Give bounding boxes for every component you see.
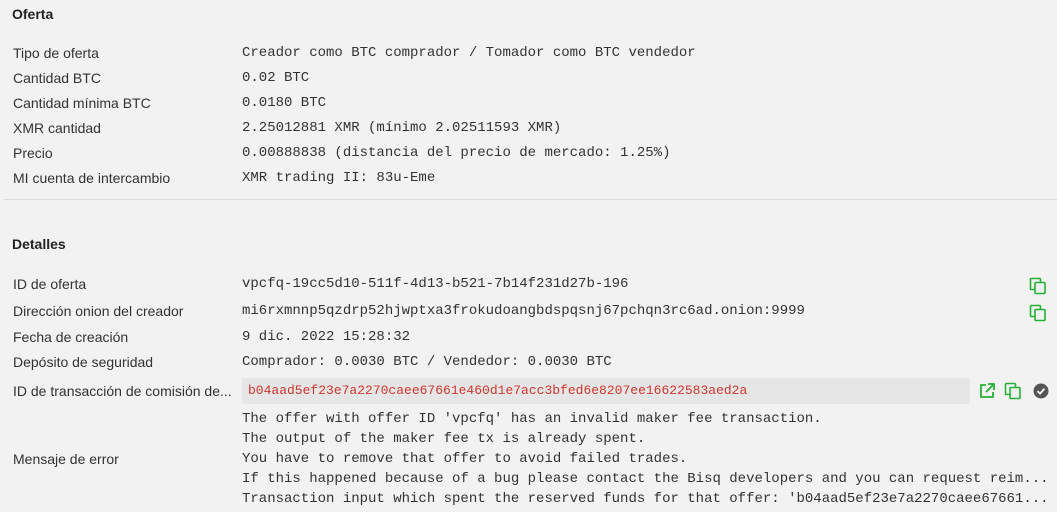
offer-type-label: Tipo de oferta bbox=[13, 45, 99, 61]
security-deposit-row: Depósito de seguridad Comprador: 0.0030 … bbox=[0, 351, 1057, 373]
price-row: Precio 0.00888838 (distancia del precio … bbox=[0, 142, 1057, 164]
min-btc-amount-label: Cantidad mínima BTC bbox=[13, 95, 151, 111]
offer-type-row: Tipo de oferta Creador como BTC comprado… bbox=[0, 42, 1057, 64]
fee-tx-label: ID de transacción de comisión de... bbox=[13, 383, 232, 399]
xmr-amount-label: XMR cantidad bbox=[13, 120, 101, 136]
trading-account-row: MI cuenta de intercambio XMR trading II:… bbox=[0, 167, 1057, 189]
btc-amount-row: Cantidad BTC 0.02 BTC bbox=[0, 67, 1057, 89]
copy-fee-tx-icon[interactable] bbox=[1004, 382, 1022, 400]
offer-id-row: ID de oferta vpcfq-19cc5d10-511f-4d13-b5… bbox=[0, 273, 1057, 295]
min-btc-amount-row: Cantidad mínima BTC 0.0180 BTC bbox=[0, 92, 1057, 114]
external-link-icon[interactable] bbox=[978, 382, 996, 400]
error-line: Transaction input which spent the reserv… bbox=[242, 491, 1049, 507]
creation-date-row: Fecha de creación 9 dic. 2022 15:28:32 bbox=[0, 326, 1057, 348]
section-divider bbox=[4, 199, 1057, 200]
trading-account-label: MI cuenta de intercambio bbox=[13, 170, 171, 186]
btc-amount-label: Cantidad BTC bbox=[13, 70, 101, 86]
offer-id-label: ID de oferta bbox=[13, 276, 87, 292]
error-line: You have to remove that offer to avoid f… bbox=[242, 451, 688, 467]
error-line: If this happened because of a bug please… bbox=[242, 471, 1049, 487]
btc-amount-value: 0.02 BTC bbox=[242, 70, 310, 86]
fee-tx-id-value[interactable]: b04aad5ef23e7a2270caee67661e460d1e7acc3b… bbox=[248, 378, 747, 404]
xmr-amount-row: XMR cantidad 2.25012881 XMR (mínimo 2.02… bbox=[0, 117, 1057, 139]
offer-section-title: Oferta bbox=[12, 6, 54, 22]
check-circle-icon bbox=[1033, 383, 1049, 399]
fee-tx-id-field[interactable]: b04aad5ef23e7a2270caee67661e460d1e7acc3b… bbox=[242, 378, 970, 404]
error-line: The output of the maker fee tx is alread… bbox=[242, 431, 646, 447]
creation-date-label: Fecha de creación bbox=[13, 329, 129, 345]
trading-account-value: XMR trading II: 83u-Eme bbox=[242, 170, 436, 186]
error-line: The offer with offer ID 'vpcfq' has an i… bbox=[242, 411, 822, 427]
xmr-amount-value: 2.25012881 XMR (mínimo 2.02511593 XMR) bbox=[242, 120, 562, 136]
onion-address-row: Dirección onion del creador mi6rxmnnp5qz… bbox=[0, 300, 1057, 322]
copy-onion-address-icon[interactable] bbox=[1029, 304, 1047, 322]
min-btc-amount-value: 0.0180 BTC bbox=[242, 95, 327, 111]
security-deposit-value: Comprador: 0.0030 BTC / Vendedor: 0.0030… bbox=[242, 354, 612, 370]
offer-type-value: Creador como BTC comprador / Tomador com… bbox=[242, 45, 696, 61]
error-message-text: The offer with offer ID 'vpcfq' has an i… bbox=[242, 409, 1052, 509]
price-label: Precio bbox=[13, 145, 53, 161]
error-message-label: Mensaje de error bbox=[13, 451, 119, 467]
security-deposit-label: Depósito de seguridad bbox=[13, 354, 154, 370]
creation-date-value: 9 dic. 2022 15:28:32 bbox=[242, 329, 411, 345]
offer-id-value[interactable]: vpcfq-19cc5d10-511f-4d13-b521-7b14f231d2… bbox=[242, 273, 628, 295]
copy-offer-id-icon[interactable] bbox=[1029, 277, 1047, 295]
price-value: 0.00888838 (distancia del precio de merc… bbox=[242, 145, 671, 161]
details-section-title: Detalles bbox=[12, 236, 66, 252]
onion-address-label: Dirección onion del creador bbox=[13, 303, 184, 319]
onion-address-value[interactable]: mi6rxmnnp5qzdrp52hjwptxa3frokudoangbdspq… bbox=[242, 300, 805, 322]
